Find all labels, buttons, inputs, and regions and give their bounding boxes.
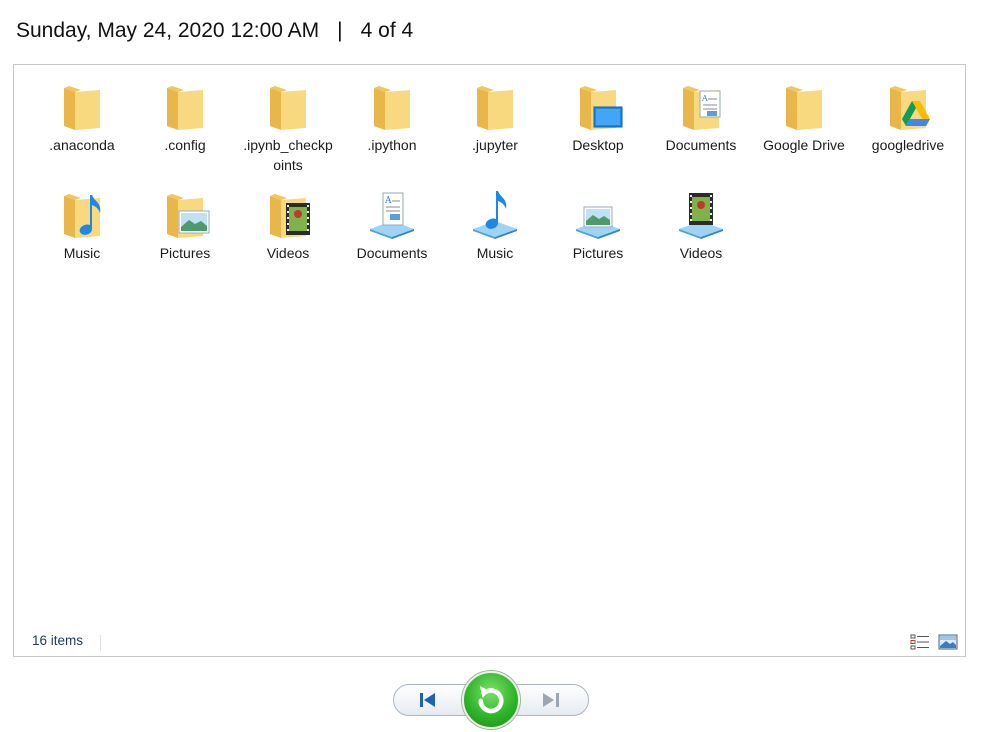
next-snapshot-button[interactable] — [525, 686, 585, 714]
svg-text:A: A — [701, 94, 708, 103]
videos-folder-icon — [270, 194, 310, 238]
file-item[interactable]: Music — [445, 187, 545, 263]
file-item[interactable]: Videos — [651, 187, 751, 263]
file-item[interactable]: Pictures — [548, 187, 648, 263]
file-item-label: Google Drive — [763, 137, 845, 153]
svg-text:A: A — [384, 196, 392, 206]
file-item-label: Music — [63, 245, 101, 261]
file-item[interactable]: Google Drive — [754, 79, 854, 155]
snapshot-navigation — [393, 670, 589, 729]
file-item[interactable]: A Documents — [651, 79, 751, 155]
restore-button[interactable] — [462, 671, 520, 729]
restore-icon — [478, 686, 504, 714]
file-item[interactable]: Pictures — [135, 187, 235, 263]
folder-icon — [786, 86, 822, 130]
documents-library-icon: A — [370, 192, 414, 239]
file-item[interactable]: Videos — [238, 187, 338, 263]
details-view-icon[interactable] — [910, 633, 930, 651]
file-item-label: Music — [476, 245, 514, 261]
snapshot-header: Sunday, May 24, 2020 12:00 AM | 4 of 4 — [16, 16, 413, 46]
file-item[interactable]: .config — [135, 79, 235, 155]
file-item-label: .ipynb_checkpoints — [243, 137, 333, 173]
file-item[interactable]: .ipython — [342, 79, 442, 155]
header-separator: | — [337, 19, 343, 42]
file-item-label: Pictures — [572, 245, 624, 261]
videos-library-icon — [679, 193, 723, 239]
pictures-folder-icon — [167, 194, 210, 238]
large-icons-view-icon[interactable] — [938, 633, 958, 651]
file-item[interactable]: googledrive — [858, 79, 958, 155]
status-divider — [100, 635, 101, 651]
file-item[interactable]: A Documents — [342, 187, 442, 263]
music-folder-icon — [64, 194, 101, 238]
file-item-label: Desktop — [572, 137, 624, 153]
file-item-label: .anaconda — [49, 137, 115, 153]
folder-icon — [374, 86, 410, 130]
file-item-label: Documents — [665, 137, 737, 153]
folder-icon — [477, 86, 513, 130]
previous-snapshot-button[interactable] — [399, 686, 459, 714]
pictures-library-icon — [576, 206, 620, 239]
file-item[interactable]: Music — [32, 187, 132, 263]
folder-icon — [167, 86, 203, 130]
file-item-label: Pictures — [159, 245, 211, 261]
file-item[interactable]: .ipynb_checkpoints — [238, 79, 338, 175]
file-item-label: Videos — [679, 245, 723, 261]
item-count: 16 items — [32, 633, 84, 648]
folder-icon — [64, 86, 100, 130]
music-library-icon — [473, 191, 517, 239]
file-item-label: .jupyter — [472, 137, 518, 153]
file-item[interactable]: .anaconda — [32, 79, 132, 155]
file-item-label: Documents — [356, 245, 428, 261]
file-item-label: .config — [164, 137, 206, 153]
folder-icon — [270, 86, 306, 130]
google-drive-folder-icon — [890, 86, 930, 130]
file-item-label: Videos — [266, 245, 310, 261]
documents-folder-icon: A — [683, 86, 721, 130]
file-view-pane: .anaconda .config .ipynb_checkpoints .ipyth… — [13, 64, 966, 657]
file-item-label: googledrive — [871, 137, 945, 153]
desktop-folder-icon — [580, 86, 623, 130]
snapshot-datetime: Sunday, May 24, 2020 12:00 AM — [16, 19, 320, 42]
file-item[interactable]: Desktop — [548, 79, 648, 155]
file-item[interactable]: .jupyter — [445, 79, 545, 155]
page-indicator: 4 of 4 — [360, 19, 414, 42]
file-item-label: .ipython — [367, 137, 417, 153]
